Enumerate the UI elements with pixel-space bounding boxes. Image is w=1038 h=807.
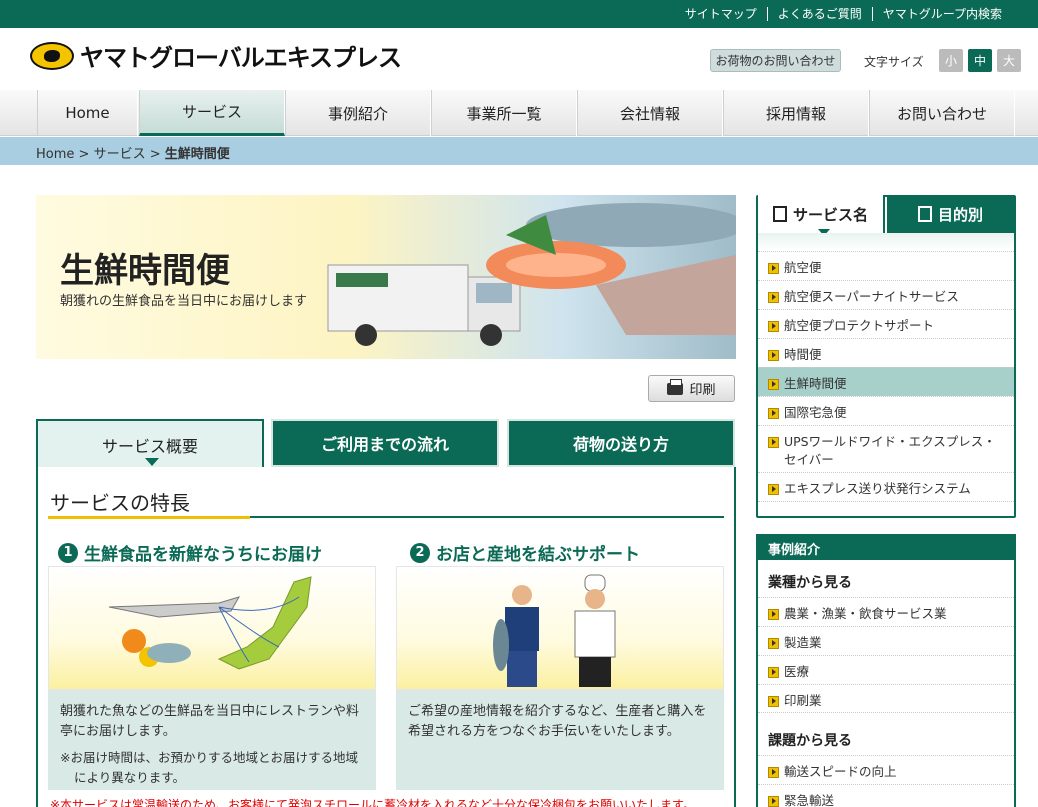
nav-home[interactable]: Home [37,90,138,136]
nav-case-studies[interactable]: 事例紹介 [285,90,431,136]
side-item-waybill-system[interactable]: エキスプレス送り状発行システム [758,472,1014,502]
arrow-icon [768,437,779,448]
font-size-medium-button[interactable]: 中 [968,49,992,72]
feature-note-1: ※お届け時間は、お預かりする地域とお届けする地域により異なります。 [60,750,358,785]
list-icon [772,206,787,222]
airplane-japan-map-illustration [108,576,312,670]
by-issue-heading: 課題から見る [768,733,852,749]
breadcrumb-current: 生鮮時間便 [164,147,230,162]
faq-link[interactable]: よくあるご質問 [766,7,872,21]
nav-offices[interactable]: 事業所一覧 [431,90,577,136]
feature-image-1 [48,566,376,690]
side-tab-purpose[interactable]: 目的別 [887,195,1014,233]
case-item-speed-improvement[interactable]: 輸送スピードの向上 [758,755,1014,784]
case-item-printing[interactable]: 印刷業 [758,684,1014,713]
black-cat-logo-icon [30,41,74,70]
printer-icon [667,378,684,395]
tab-service-overview[interactable]: サービス概要 [36,419,264,469]
by-industry-heading: 業種から見る [768,575,852,591]
feature-title-2: 2 お店と産地を結ぶサポート [410,540,640,565]
feature-image-2 [396,566,724,690]
feature-desc-2: ご希望の産地情報を紹介するなど、生産者と購入を希望される方をつなぐお手伝いをいた… [396,690,724,790]
global-nav: Home サービス 事例紹介 事業所一覧 会社情報 採用情報 お問い合わせ [0,90,1038,136]
feature-desc-1: 朝獲れた魚などの生鮮品を当日中にレストランや料亭にお届けします。 ※お届け時間は… [48,690,376,790]
side-item-fresh-time-delivery[interactable]: 生鮮時間便 [758,367,1014,396]
side-item-time-delivery[interactable]: 時間便 [758,338,1014,367]
arrow-icon [768,263,779,274]
arrow-icon [768,350,779,361]
font-size-large-button[interactable]: 大 [997,49,1021,72]
font-size-label: 文字サイズ [864,55,924,69]
fisherman-chef-illustration [493,574,616,687]
font-size-small-button[interactable]: 小 [939,49,963,72]
arrow-icon [768,696,779,707]
arrow-icon [768,408,779,419]
tracking-inquiry-button[interactable]: お荷物のお問い合わせ [710,49,841,72]
feature-title-1: 1 生鮮食品を新鮮なうちにお届け [58,540,322,565]
case-item-agri-fishery-food[interactable]: 農業・漁業・飲食サービス業 [758,597,1014,626]
arrow-icon [768,796,779,807]
breadcrumb-home[interactable]: Home [36,147,74,162]
print-button[interactable]: 印刷 [648,375,735,402]
arrow-icon [768,609,779,620]
side-tab-underline [758,233,1014,251]
arrow-icon [768,292,779,303]
case-item-medical[interactable]: 医療 [758,655,1014,684]
side-item-international-takkyubin[interactable]: 国際宅急便 [758,396,1014,425]
breadcrumb-service[interactable]: サービス [94,147,146,162]
page-title: 生鮮時間便 [60,251,230,291]
side-item-air-supernight[interactable]: 航空便スーパーナイトサービス [758,280,1014,309]
case-panel-title: 事例紹介 [758,536,1014,560]
group-search-link[interactable]: ヤマトグループ内検索 [871,7,1012,21]
number-badge-2: 2 [410,542,430,563]
side-item-air-protect[interactable]: 航空便プロテクトサポート [758,309,1014,338]
breadcrumb: Home > サービス > 生鮮時間便 [36,147,230,162]
arrow-icon [768,379,779,390]
side-item-air[interactable]: 航空便 [758,251,1014,280]
sitemap-link[interactable]: サイトマップ [675,7,767,21]
box-icon [917,206,932,222]
nav-services[interactable]: サービス [139,90,285,136]
tab-how-to-send[interactable]: 荷物の送り方 [507,419,735,467]
arrow-icon [768,321,779,332]
page-subtitle: 朝獲れの生鮮食品を当日中にお届けします [60,294,308,309]
section-title: サービスの特長 [50,491,190,515]
arrow-icon [768,638,779,649]
number-badge-1: 1 [58,542,78,563]
packing-caution-note: ※本サービスは常温輸送のため、お客様にて発泡スチロールに蓄冷材を入れるなど十分な… [50,798,695,807]
case-item-urgent-transport[interactable]: 緊急輸送 [758,784,1014,807]
side-item-ups-saver[interactable]: UPSワールドワイド・エクスプレス・セイバー [758,425,1014,472]
nav-company[interactable]: 会社情報 [577,90,723,136]
logo[interactable]: ヤマトグローバルエキスプレス [30,38,402,73]
arrow-icon [768,667,779,678]
nav-recruit[interactable]: 採用情報 [723,90,869,136]
case-item-manufacturing[interactable]: 製造業 [758,626,1014,655]
top-bar: サイトマップ よくあるご質問 ヤマトグループ内検索 [0,0,1038,28]
arrow-icon [768,484,779,495]
section-divider-accent [48,516,250,519]
side-tab-service-name[interactable]: サービス名 [758,195,885,236]
logo-text: ヤマトグローバルエキスプレス [80,44,402,72]
nav-contact[interactable]: お問い合わせ [869,90,1015,136]
arrow-icon [768,767,779,778]
tab-usage-flow[interactable]: ご利用までの流れ [271,419,499,467]
